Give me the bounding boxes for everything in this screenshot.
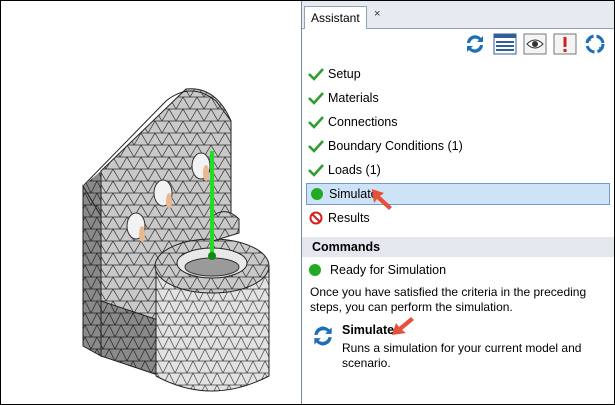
- simulate-command[interactable]: Simulate Runs a simulation for your curr…: [308, 321, 608, 370]
- step-setup[interactable]: Setup: [306, 63, 610, 85]
- simulate-icon[interactable]: [310, 323, 336, 349]
- step-results[interactable]: Results: [306, 207, 610, 229]
- pointer-arrow-icon: [392, 317, 414, 335]
- pointer-arrow-icon: [372, 189, 392, 210]
- checkmark-icon: [308, 114, 324, 130]
- step-label: Setup: [328, 67, 361, 81]
- refresh-icon[interactable]: [462, 31, 488, 57]
- assistant-panel: Assistant × Setup Materials Connections …: [302, 1, 614, 404]
- cycle-icon[interactable]: [582, 31, 608, 57]
- tab-assistant[interactable]: Assistant: [304, 6, 367, 29]
- assistant-toolbar: [462, 31, 608, 59]
- step-connections[interactable]: Connections: [306, 111, 610, 133]
- step-label: Results: [328, 211, 370, 225]
- simulate-command-description: Runs a simulation for your current model…: [342, 341, 582, 370]
- commands-header-label: Commands: [312, 240, 381, 254]
- checkmark-icon: [308, 162, 324, 178]
- commands-header: Commands: [302, 237, 614, 257]
- mesh-model: [82, 88, 270, 392]
- step-boundary-conditions-1[interactable]: Boundary Conditions (1): [306, 135, 610, 157]
- panel-tab-bar: Assistant ×: [302, 1, 614, 29]
- list-view-icon[interactable]: [492, 31, 518, 57]
- status-dot-icon: [309, 264, 321, 276]
- step-materials[interactable]: Materials: [306, 87, 610, 109]
- model-viewport[interactable]: [1, 1, 301, 404]
- checkmark-icon: [308, 90, 324, 106]
- step-label: Materials: [328, 91, 379, 105]
- alert-icon[interactable]: [552, 31, 578, 57]
- checkmark-icon: [308, 66, 324, 82]
- step-loads-1[interactable]: Loads (1): [306, 159, 610, 181]
- simulate-command-label[interactable]: Simulate: [342, 323, 394, 337]
- close-icon[interactable]: ×: [374, 7, 380, 21]
- status-text: Ready for Simulation: [330, 263, 447, 277]
- commands-description: Once you have satisfied the criteria in …: [310, 285, 587, 314]
- status-dot-icon: [309, 186, 325, 202]
- app-window: Assistant × Setup Materials Connections …: [0, 0, 615, 405]
- step-label: Boundary Conditions (1): [328, 139, 463, 153]
- eye-icon[interactable]: [522, 31, 548, 57]
- step-label: Loads (1): [328, 163, 381, 177]
- status-ready: Ready for Simulation: [308, 261, 446, 279]
- step-label: Connections: [328, 115, 398, 129]
- step-simulate[interactable]: Simulate: [306, 183, 610, 205]
- prohibited-icon: [308, 210, 324, 226]
- tab-assistant-label: Assistant: [311, 11, 360, 25]
- checkmark-icon: [308, 138, 324, 154]
